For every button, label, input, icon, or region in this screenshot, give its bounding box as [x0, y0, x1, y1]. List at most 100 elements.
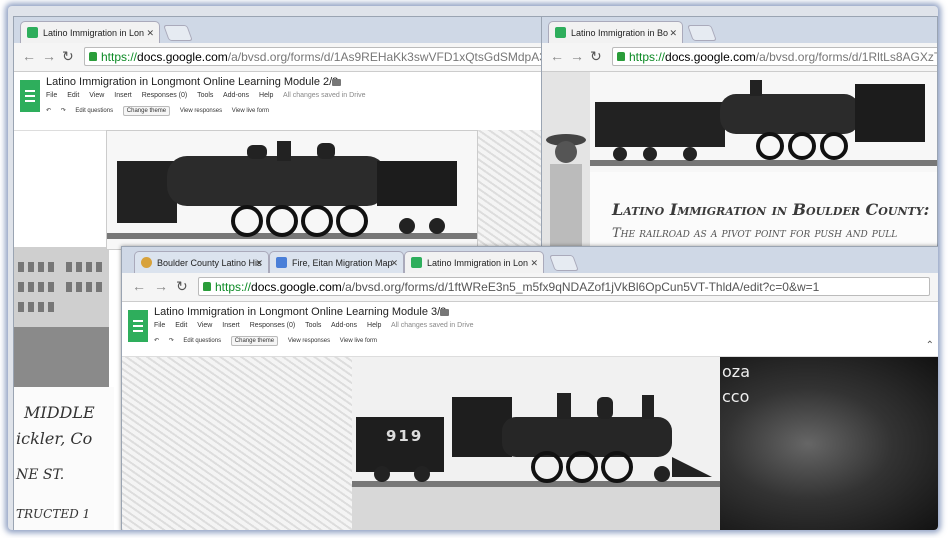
change-theme-button[interactable]: Change theme	[122, 106, 171, 116]
url-path: /a/bvsd.org/forms/d/1As9REHaKk3swVFD1xQt…	[227, 50, 544, 64]
tab-latino-immigration-boulder[interactable]: Latino Immigration in Bo ✕	[548, 21, 683, 43]
map-text-2: cco	[722, 387, 750, 406]
forms-header: Latino Immigration in Longmont Online Le…	[122, 302, 938, 357]
undo-icon[interactable]: ↶	[154, 338, 159, 344]
form-title[interactable]: Latino Immigration in Longmont Online Le…	[154, 306, 446, 318]
close-icon[interactable]: ✕	[669, 22, 677, 43]
forms-logo-icon[interactable]	[128, 310, 148, 342]
forward-icon[interactable]: →	[570, 48, 584, 64]
url-host: docs.google.com	[251, 280, 342, 294]
building-icon	[14, 247, 109, 387]
menu-help[interactable]: Help	[367, 322, 381, 329]
redo-icon[interactable]: ↷	[61, 108, 66, 114]
close-icon[interactable]: ✕	[146, 22, 154, 43]
url-field[interactable]: https://docs.google.com/a/bvsd.org/forms…	[612, 47, 938, 66]
lock-icon	[89, 52, 97, 61]
lock-icon	[203, 282, 211, 291]
menu-insert[interactable]: Insert	[222, 322, 240, 329]
handwritten-note: MIDDLE ickler, Co NE ST. TRUCTED 1	[14, 387, 114, 530]
new-tab-button[interactable]	[163, 25, 193, 41]
menu-view[interactable]: View	[197, 322, 212, 329]
tab-label: Latino Immigration in Lon	[427, 258, 529, 268]
tab-label: Fire, Eitan Migration Map	[292, 258, 393, 268]
menu-addons[interactable]: Add-ons	[223, 92, 249, 99]
note-line-2: ickler, Co	[16, 429, 93, 448]
tab-strip: Latino Immigration in Bo ✕	[542, 17, 937, 43]
tab-label: Latino Immigration in Lon	[43, 28, 145, 38]
url-field[interactable]: https://docs.google.com/a/bvsd.org/forms…	[198, 277, 930, 296]
url-path: /a/bvsd.org/forms/d/1ftWReE3n5_m5fx9qNDA…	[341, 280, 820, 294]
forward-icon[interactable]: →	[42, 48, 56, 64]
tab-fire-eitan-migration-map[interactable]: Fire, Eitan Migration Map ✕	[269, 251, 404, 273]
locomotive-number: 919	[386, 427, 424, 445]
tab-strip: Latino Immigration in Lon ✕	[14, 17, 544, 43]
back-icon[interactable]: ←	[550, 48, 564, 64]
slide-area: Latino Immigration in Boulder County: Th…	[590, 172, 937, 249]
forms-logo-icon[interactable]	[20, 80, 40, 112]
forms-icon	[411, 257, 422, 268]
url-path: /a/bvsd.org/forms/d/1RltLs8AGXzTX2	[755, 50, 938, 64]
locomotive-photo-919: 919	[352, 357, 720, 530]
url-scheme: https://	[215, 280, 252, 294]
close-icon[interactable]: ✕	[255, 252, 263, 273]
back-icon[interactable]: ←	[22, 48, 36, 64]
collage-frame: Latino Immigration in Lon ✕ ← → ↻ https:…	[8, 6, 938, 530]
view-live-form-button[interactable]: View live form	[232, 108, 269, 114]
menu-view[interactable]: View	[89, 92, 104, 99]
menu-tools[interactable]: Tools	[305, 322, 321, 329]
save-status: All changes saved in Drive	[282, 92, 366, 99]
new-tab-button[interactable]	[549, 255, 579, 271]
menu-responses[interactable]: Responses (0)	[250, 322, 296, 329]
form-toolbar: ↶ ↷ Edit questions Change theme View res…	[154, 336, 385, 346]
reload-icon[interactable]: ↻	[590, 48, 602, 65]
url-field[interactable]: https://docs.google.com/a/bvsd.org/forms…	[84, 47, 544, 66]
collapse-icon[interactable]: ⌃	[926, 340, 934, 351]
man-portrait-photo	[542, 72, 590, 249]
tab-latino-immigration-longmont[interactable]: Latino Immigration in Lon ✕	[20, 21, 160, 43]
change-theme-button[interactable]: Change theme	[230, 336, 279, 346]
close-icon[interactable]: ✕	[390, 252, 398, 273]
view-responses-button[interactable]: View responses	[180, 108, 222, 114]
menu-responses[interactable]: Responses (0)	[142, 92, 188, 99]
menu-help[interactable]: Help	[259, 92, 273, 99]
tab-latino-immigration-longmont-3[interactable]: Latino Immigration in Lon ✕	[404, 251, 544, 273]
undo-icon[interactable]: ↶	[46, 108, 51, 114]
tab-label: Boulder County Latino His	[157, 258, 262, 268]
forward-icon[interactable]: →	[154, 278, 168, 294]
menu-insert[interactable]: Insert	[114, 92, 132, 99]
redo-icon[interactable]: ↷	[169, 338, 174, 344]
address-bar-row: ← → ↻ https://docs.google.com/a/bvsd.org…	[122, 273, 938, 302]
menu-edit[interactable]: Edit	[175, 322, 187, 329]
note-line-3: NE ST.	[16, 467, 65, 483]
new-tab-button[interactable]	[687, 25, 717, 41]
folder-icon[interactable]	[332, 79, 341, 86]
tab-label: Latino Immigration in Bo	[571, 28, 669, 38]
reload-icon[interactable]: ↻	[62, 48, 74, 65]
browser-window-module-3: Boulder County Latino His ✕ Fire, Eitan …	[121, 246, 938, 530]
menu-bar: File Edit View Insert Responses (0) Tool…	[46, 92, 373, 99]
menu-file[interactable]: File	[154, 322, 165, 329]
close-icon[interactable]: ✕	[530, 252, 538, 273]
forms-header: Latino Immigration in Longmont Online Le…	[14, 72, 544, 131]
folder-icon[interactable]	[440, 309, 449, 316]
menu-file[interactable]: File	[46, 92, 57, 99]
back-icon[interactable]: ←	[132, 278, 146, 294]
tab-boulder-county-latino-history[interactable]: Boulder County Latino His ✕	[134, 251, 269, 273]
edit-questions-button[interactable]: Edit questions	[183, 338, 221, 344]
menu-tools[interactable]: Tools	[197, 92, 213, 99]
view-responses-button[interactable]: View responses	[288, 338, 330, 344]
form-toolbar: ↶ ↷ Edit questions Change theme View res…	[46, 106, 277, 116]
menu-bar: File Edit View Insert Responses (0) Tool…	[154, 322, 481, 329]
edit-questions-button[interactable]: Edit questions	[75, 108, 113, 114]
slide-title: Latino Immigration in Boulder County:	[612, 200, 930, 219]
menu-addons[interactable]: Add-ons	[331, 322, 357, 329]
locomotive-photo-1	[106, 130, 478, 250]
address-bar-row: ← → ↻ https://docs.google.com/a/bvsd.org…	[14, 43, 544, 72]
reload-icon[interactable]: ↻	[176, 278, 188, 295]
url-host: docs.google.com	[665, 50, 756, 64]
form-title[interactable]: Latino Immigration in Longmont Online Le…	[46, 76, 338, 88]
view-live-form-button[interactable]: View live form	[340, 338, 377, 344]
lock-icon	[617, 52, 625, 61]
tree-sketch-photo	[122, 357, 352, 530]
menu-edit[interactable]: Edit	[67, 92, 79, 99]
